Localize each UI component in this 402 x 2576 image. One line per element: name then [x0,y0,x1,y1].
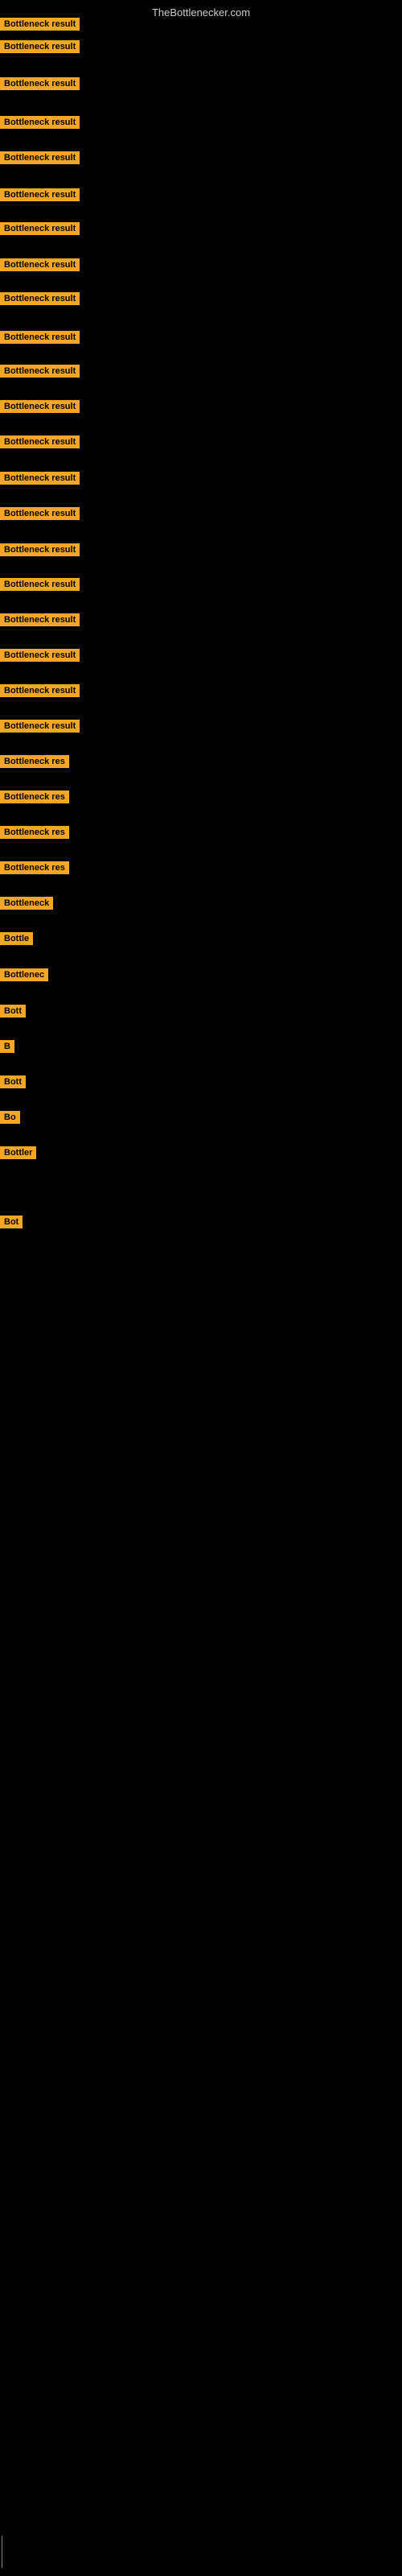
badge-row-9: Bottleneck result [0,331,80,348]
bottleneck-badge-0: Bottleneck result [0,18,80,31]
badge-row-4: Bottleneck result [0,151,80,168]
badge-row-27: Bottlenec [0,968,48,985]
bottleneck-badge-7: Bottleneck result [0,258,80,271]
badge-row-19: Bottleneck result [0,684,80,701]
bottleneck-badge-18: Bottleneck result [0,649,80,662]
badge-row-20: Bottleneck result [0,720,80,737]
bottleneck-badge-11: Bottleneck result [0,400,80,413]
badge-row-26: Bottle [0,932,33,949]
badge-row-18: Bottleneck result [0,649,80,666]
bottleneck-badge-28: Bott [0,1005,26,1018]
bottleneck-badge-9: Bottleneck result [0,331,80,344]
badge-row-23: Bottleneck res [0,826,69,843]
badge-row-2: Bottleneck result [0,77,80,94]
bottleneck-badge-8: Bottleneck result [0,292,80,305]
bottleneck-badge-3: Bottleneck result [0,116,80,129]
badge-row-33: Bot [0,1216,23,1232]
badge-row-30: Bott [0,1075,26,1092]
bottleneck-badge-17: Bottleneck result [0,613,80,626]
bottleneck-badge-26: Bottle [0,932,33,945]
bottleneck-badge-30: Bott [0,1075,26,1088]
badge-row-6: Bottleneck result [0,222,80,239]
bottleneck-badge-5: Bottleneck result [0,188,80,201]
bottleneck-badge-25: Bottleneck [0,897,53,910]
badge-row-14: Bottleneck result [0,507,80,524]
bottleneck-badge-33: Bot [0,1216,23,1228]
badge-row-16: Bottleneck result [0,578,80,595]
badge-row-13: Bottleneck result [0,472,80,489]
badge-row-12: Bottleneck result [0,436,80,452]
badge-row-0: Bottleneck result [0,18,80,35]
bottleneck-badge-31: Bo [0,1111,20,1124]
badge-row-7: Bottleneck result [0,258,80,275]
badge-row-25: Bottleneck [0,897,53,914]
bottleneck-badge-22: Bottleneck res [0,791,69,803]
badge-row-24: Bottleneck res [0,861,69,878]
badge-row-17: Bottleneck result [0,613,80,630]
bottleneck-badge-20: Bottleneck result [0,720,80,733]
badge-row-28: Bott [0,1005,26,1022]
bottleneck-badge-12: Bottleneck result [0,436,80,448]
bottleneck-badge-10: Bottleneck result [0,365,80,378]
bottleneck-badge-27: Bottlenec [0,968,48,981]
badge-row-32: Bottler [0,1146,36,1163]
badge-row-29: B [0,1040,14,1057]
bottleneck-badge-2: Bottleneck result [0,77,80,90]
bottleneck-badge-14: Bottleneck result [0,507,80,520]
bottleneck-badge-32: Bottler [0,1146,36,1159]
badge-row-10: Bottleneck result [0,365,80,382]
badge-row-11: Bottleneck result [0,400,80,417]
badge-row-21: Bottleneck res [0,755,69,772]
badge-row-31: Bo [0,1111,20,1128]
badge-row-5: Bottleneck result [0,188,80,205]
bottleneck-badge-29: B [0,1040,14,1053]
bottleneck-badge-16: Bottleneck result [0,578,80,591]
badge-row-1: Bottleneck result [0,40,80,57]
bottleneck-badge-24: Bottleneck res [0,861,69,874]
bottleneck-badge-13: Bottleneck result [0,472,80,485]
bottleneck-badge-15: Bottleneck result [0,543,80,556]
bottleneck-badge-21: Bottleneck res [0,755,69,768]
badge-row-15: Bottleneck result [0,543,80,560]
badge-row-22: Bottleneck res [0,791,69,807]
bottleneck-badge-23: Bottleneck res [0,826,69,839]
badge-row-3: Bottleneck result [0,116,80,133]
bottleneck-badge-6: Bottleneck result [0,222,80,235]
bottleneck-badge-1: Bottleneck result [0,40,80,53]
bottleneck-badge-4: Bottleneck result [0,151,80,164]
badge-row-8: Bottleneck result [0,292,80,309]
bottleneck-badge-19: Bottleneck result [0,684,80,697]
